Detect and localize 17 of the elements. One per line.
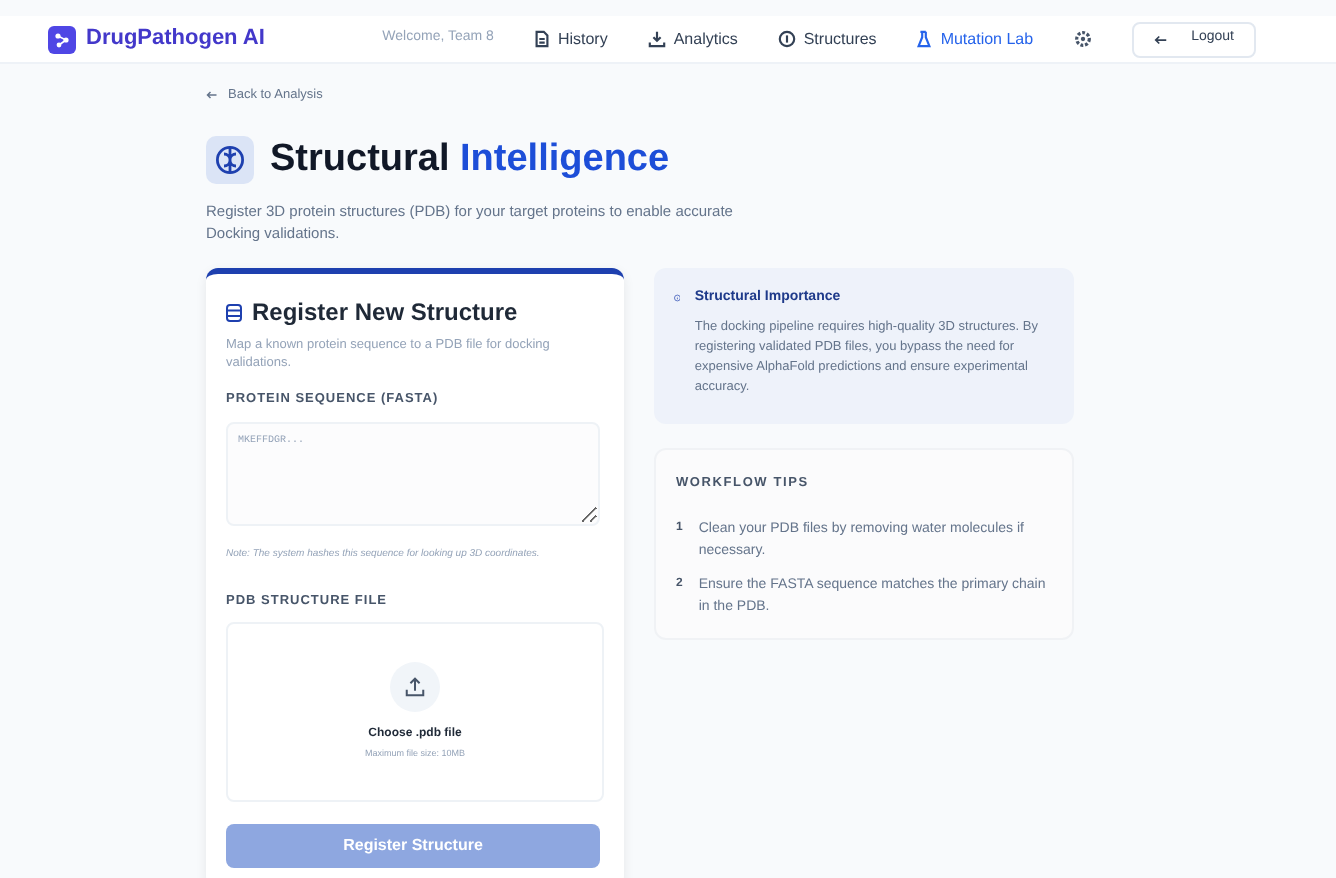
- nav-link[interactable]: Analytics: [647, 27, 738, 51]
- flask-icon: [916, 30, 933, 48]
- app-name: DrugPathogen AI: [86, 24, 265, 55]
- page-title: Structural Intelligence: [270, 135, 670, 184]
- arrow-left-icon: [1153, 33, 1168, 45]
- nav-link[interactable]: Structures: [777, 27, 877, 51]
- upload-icon: [390, 662, 440, 713]
- nav-link[interactable]: History: [533, 27, 608, 51]
- settings-icon[interactable]: [1073, 30, 1092, 48]
- download-icon: [647, 30, 666, 48]
- database-icon: [226, 303, 242, 322]
- document-icon: [533, 30, 550, 48]
- circle-icon: [777, 30, 796, 48]
- form-title: Register New Structure: [252, 296, 518, 331]
- nav-link[interactable]: Mutation Lab: [916, 27, 1034, 51]
- arrow-left-icon: [206, 90, 218, 101]
- logo-icon: [48, 25, 76, 53]
